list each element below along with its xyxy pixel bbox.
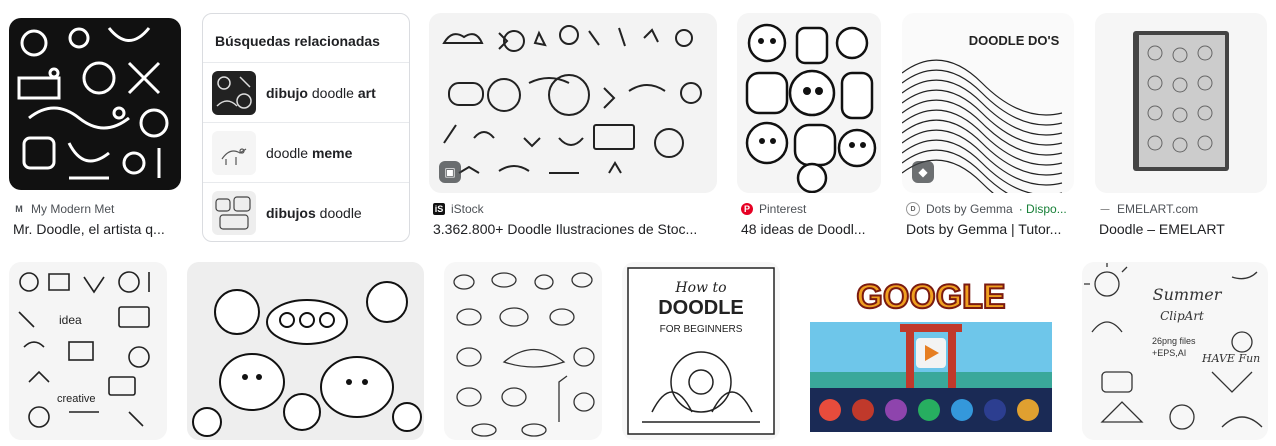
sea-creatures-doodle-image (187, 262, 424, 440)
image-caption-text: ClipArt (1160, 309, 1204, 323)
image-result-thumbnail[interactable] (9, 18, 181, 190)
related-search-thumbnail (212, 190, 256, 235)
related-searches-heading: Búsquedas relacionadas (215, 33, 380, 49)
source-name: EMELART.com (1117, 202, 1199, 216)
result-source[interactable]: — EMELART.com (1099, 201, 1269, 217)
image-caption-text: Summer (1153, 285, 1223, 304)
result-source[interactable]: P Pinterest (741, 201, 881, 217)
doodle-pattern-image (9, 18, 181, 190)
result-source[interactable]: iS iStock (433, 201, 715, 217)
source-name: Dots by Gemma (926, 202, 1013, 216)
doodle-book-image (1133, 31, 1229, 171)
image-result-thumbnail[interactable]: ▣ (429, 13, 717, 193)
tag-icon: ◆ (912, 161, 934, 183)
image-caption-text: +EPS,AI (1152, 348, 1186, 358)
image-caption-text: 26png files (1152, 336, 1196, 346)
related-search-label: dibujos doodle (266, 204, 362, 221)
image-result-thumbnail[interactable] (444, 262, 602, 440)
related-search-item[interactable]: dibujos doodle (203, 182, 409, 241)
emelart-icon: — (1100, 204, 1110, 214)
result-title[interactable]: 3.362.800+ Doodle Ilustraciones de Stoc.… (433, 221, 715, 237)
creative-icons-doodle-image: idea creative (18, 271, 150, 428)
related-searches-panel: Búsquedas relacionadas dibujo doodle art… (202, 13, 410, 242)
image-result-thumbnail[interactable]: How to DOODLE FOR BEGINNERS (622, 262, 780, 440)
image-result-thumbnail[interactable]: idea creative (9, 262, 167, 440)
image-caption-text: How to (674, 280, 726, 296)
image-caption-text: HAVE Fun (1201, 352, 1260, 365)
image-type-icon: ▣ (439, 161, 461, 183)
result-source[interactable]: D Dots by Gemma · Dispo... (906, 201, 1074, 217)
source-name: Pinterest (759, 202, 807, 216)
related-search-item[interactable]: dibujo doodle art (203, 62, 409, 122)
istock-icon: iS (433, 203, 445, 215)
image-caption-text: FOR BEGINNERS (660, 324, 743, 335)
related-search-thumbnail (212, 130, 256, 175)
result-title[interactable]: Dots by Gemma | Tutor... (906, 221, 1074, 237)
animals-doodle-image (453, 272, 595, 437)
image-caption-text: DOODLE (658, 297, 744, 319)
doodle-elements-image (442, 25, 702, 174)
summer-clipart-image: Summer ClipArt 26png files +EPS,AI HAVE … (1084, 263, 1263, 430)
image-result-thumbnail[interactable] (737, 13, 881, 193)
result-title[interactable]: 48 ideas de Doodl... (741, 221, 881, 237)
source-name: iStock (451, 202, 484, 216)
related-search-label: dibujo doodle art (266, 84, 376, 101)
image-caption-text: idea (59, 313, 82, 327)
how-to-doodle-image: How to DOODLE FOR BEGINNERS (627, 267, 775, 435)
google-doodle-game-image: GOOGLE (800, 262, 1062, 440)
availability-status: · Dispo... (1018, 202, 1067, 216)
image-result-thumbnail[interactable]: GOOGLE (800, 262, 1062, 440)
result-source[interactable]: M My Modern Met (13, 201, 183, 217)
related-search-item[interactable]: doodle meme (203, 122, 409, 182)
image-result-thumbnail[interactable] (1095, 13, 1267, 193)
my-modern-met-icon: M (15, 204, 23, 214)
result-title[interactable]: Mr. Doodle, el artista q... (13, 221, 183, 237)
image-caption-text: GOOGLE (856, 278, 1005, 316)
result-title[interactable]: Doodle – EMELART (1099, 221, 1269, 237)
image-caption-text: creative (57, 393, 96, 405)
image-caption-text: DOODLE DO'S (969, 33, 1060, 48)
image-result-thumbnail[interactable]: DOODLE DO'S ◆ (902, 13, 1074, 193)
doodle-monsters-image (737, 13, 881, 193)
source-name: My Modern Met (31, 202, 115, 216)
image-result-thumbnail[interactable] (187, 262, 424, 440)
image-result-thumbnail[interactable]: Summer ClipArt 26png files +EPS,AI HAVE … (1082, 262, 1268, 440)
dots-by-gemma-icon: D (906, 202, 920, 216)
pinterest-icon: P (741, 203, 753, 215)
related-search-label: doodle meme (266, 144, 353, 161)
related-search-thumbnail (212, 70, 256, 115)
